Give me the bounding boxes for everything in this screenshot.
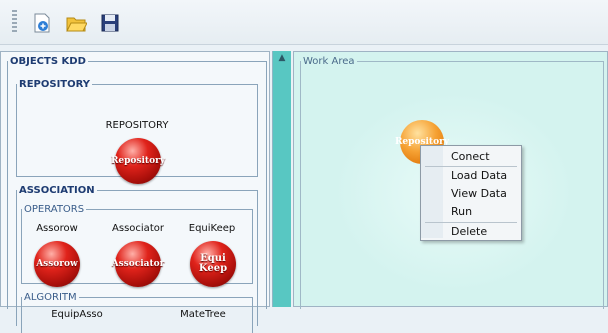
association-group: ASSOCIATION OPERATORS Assorow Assorow As… [16,185,258,333]
menu-item-run[interactable]: Run [451,205,472,218]
equipasso-label: EquipAsso [51,309,103,320]
open-folder-button[interactable] [65,12,87,34]
menu-item-conect[interactable]: Conect [451,150,490,163]
assorow-label: Assorow [36,223,78,234]
open-folder-icon [66,17,87,32]
matetree-label: MateTree [180,309,226,320]
association-group-title: ASSOCIATION [19,185,95,196]
repository-label: REPOSITORY [105,120,169,131]
equikeep-label: EquiKeep [188,223,236,234]
associator-label: Associator [112,223,164,234]
objects-panel: OBJECTS KDD REPOSITORY REPOSITORY Reposi… [0,51,270,333]
associator-object[interactable]: Associator [112,241,164,287]
menu-item-view-data[interactable]: View Data [451,187,507,200]
objects-kdd-title: OBJECTS KDD [10,56,86,67]
toolbar [0,0,608,45]
new-document-icon [34,13,50,33]
work-area-title: Work Area [303,56,355,67]
operators-group: OPERATORS Assorow Assorow Associator Ass… [21,204,253,287]
save-disk-icon [101,14,119,32]
repository-group: REPOSITORY REPOSITORY Repository [16,79,258,184]
node-context-menu: Conect Load Data View Data Run Delete [420,145,522,241]
algoritm-group-title: ALGORITM [24,292,77,303]
save-button[interactable] [99,12,121,34]
assorow-object[interactable]: Assorow [34,241,80,287]
menu-separator [425,166,517,167]
menu-item-load-data[interactable]: Load Data [451,169,507,182]
equikeep-object[interactable]: Equi Keep [190,241,236,287]
operators-group-title: OPERATORS [24,204,85,215]
algoritm-group: ALGORITM EquipAsso MateTree [21,292,253,333]
context-menu-gutter [421,146,443,238]
equikeep-orb-text: Equi Keep [198,253,228,274]
objects-scrollbar[interactable]: ▲ [272,51,291,307]
menu-separator [425,222,517,223]
associator-orb-text: Associator [111,259,165,269]
repository-object[interactable]: Repository [111,138,165,184]
new-document-button[interactable] [31,12,53,34]
objects-kdd-group: OBJECTS KDD REPOSITORY REPOSITORY Reposi… [7,56,267,333]
repository-group-title: REPOSITORY [19,79,91,90]
scroll-up-arrow-icon[interactable]: ▲ [276,53,288,63]
menu-item-delete[interactable]: Delete [451,225,487,238]
assorow-orb-text: Assorow [36,259,78,269]
repository-orb-text: Repository [110,156,166,166]
toolbar-grip[interactable] [12,10,17,34]
